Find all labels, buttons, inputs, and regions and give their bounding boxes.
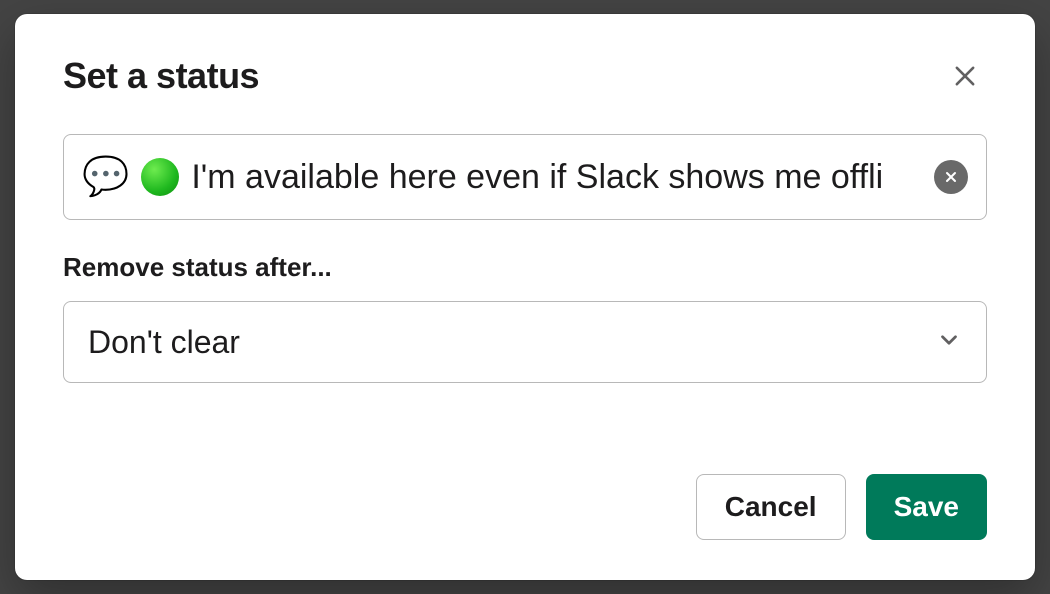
speech-bubble-emoji-picker[interactable]: 💬 [82,158,129,196]
status-text-input[interactable] [191,158,922,197]
clear-status-button[interactable] [934,160,968,194]
remove-status-label: Remove status after... [63,252,987,283]
chevron-down-icon [936,327,962,358]
close-button[interactable] [943,54,987,98]
x-icon [943,169,959,185]
cancel-button[interactable]: Cancel [696,474,846,540]
status-input-container[interactable]: 💬 [63,134,987,220]
clear-after-value: Don't clear [88,324,240,361]
save-button[interactable]: Save [866,474,987,540]
green-circle-emoji [141,158,179,196]
modal-header: Set a status [63,54,987,98]
modal-footer: Cancel Save [63,474,987,540]
set-status-modal: Set a status 💬 Remove status after... Do… [15,14,1035,580]
clear-after-select[interactable]: Don't clear [63,301,987,383]
modal-title: Set a status [63,55,259,97]
close-icon [951,62,979,90]
